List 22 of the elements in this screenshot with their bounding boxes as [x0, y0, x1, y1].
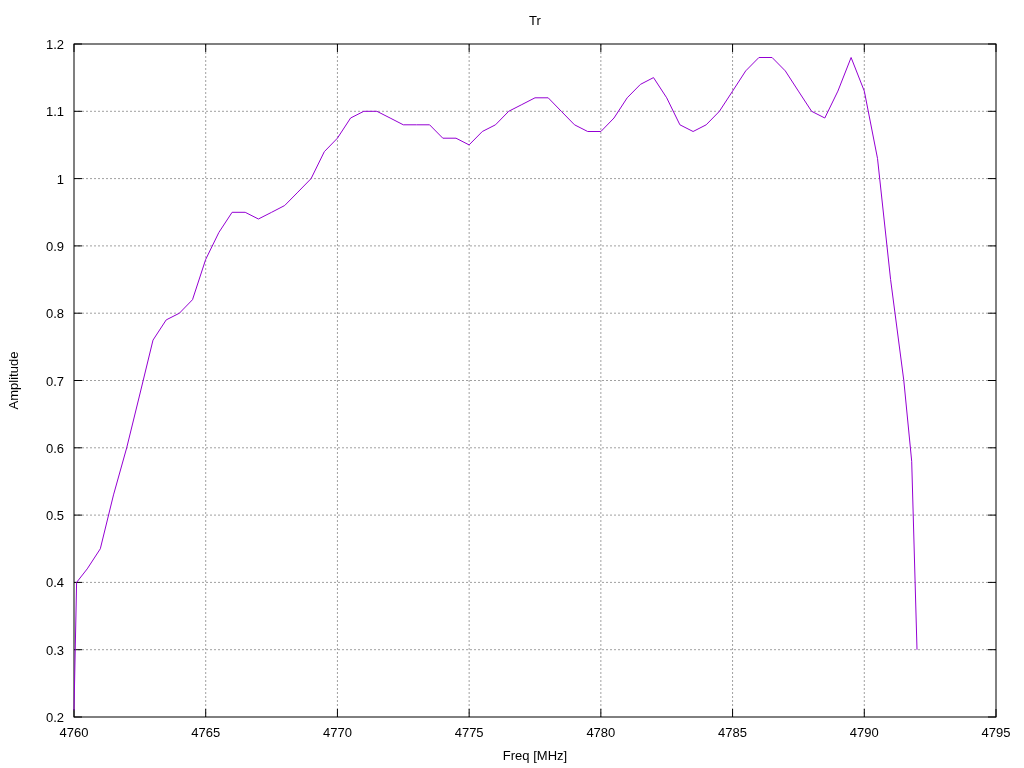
x-tick-label: 4765 [191, 725, 221, 740]
y-tick-label: 0.7 [45, 373, 64, 389]
y-tick-label: 0.3 [45, 642, 64, 658]
y-tick-label: 0.9 [45, 238, 64, 254]
x-tick-label: 4780 [586, 725, 616, 740]
x-tick-label: 4770 [322, 725, 352, 740]
x-tick-label: 4790 [849, 725, 879, 740]
y-tick-label: 0.2 [45, 710, 64, 725]
y-tick-label: 0.8 [45, 306, 64, 322]
y-tick-label: 1.1 [45, 104, 64, 120]
x-axis-label: Freq [MHz] [502, 748, 568, 763]
y-tick-label: 0.5 [45, 508, 64, 524]
y-axis-label: Amplitude [6, 351, 21, 410]
y-tick-label: 0.4 [45, 575, 64, 591]
x-tick-label: 4775 [454, 725, 484, 740]
x-tick-label: 4795 [981, 725, 1011, 740]
y-tick-label: 1 [56, 171, 64, 187]
y-tick-label: 1.2 [45, 37, 64, 52]
chart-title: Tr [529, 13, 541, 28]
x-tick-label: 4760 [59, 725, 89, 740]
x-tick-label: 4785 [718, 725, 748, 740]
y-tick-label: 0.6 [45, 440, 64, 456]
